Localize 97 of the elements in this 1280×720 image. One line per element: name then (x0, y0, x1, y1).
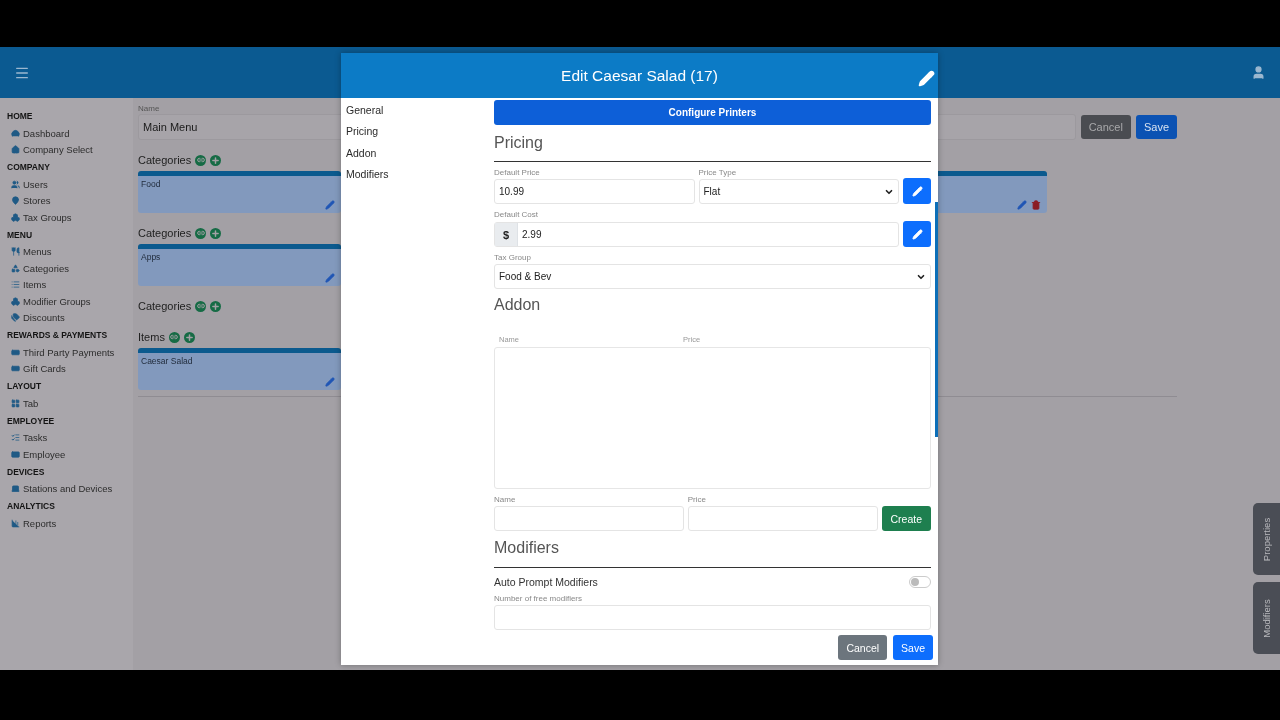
field-label: Price (687, 494, 707, 507)
item-card[interactable]: Caesar Salad (138, 348, 341, 390)
side-tab[interactable]: Modifiers (1253, 582, 1280, 654)
save-button[interactable]: Save (1135, 115, 1177, 139)
pencil-icon (911, 228, 923, 240)
currency-prefix: $ (495, 223, 518, 247)
card-title: Food (141, 179, 161, 189)
sidebar-item[interactable]: Modifier Groups (7, 293, 133, 310)
section-title: MENU (7, 228, 34, 242)
sidebar-item[interactable]: Menus (7, 243, 133, 260)
cancel-button[interactable]: Cancel (838, 635, 888, 660)
plus-icon[interactable] (210, 300, 222, 312)
sidebar-item[interactable]: Stores (7, 192, 133, 209)
edit-button[interactable] (903, 178, 931, 205)
link-icon[interactable] (168, 331, 180, 343)
pencil-icon[interactable] (325, 200, 335, 210)
field-label: Number of free modifiers (494, 593, 584, 605)
card-title: Apps (141, 252, 161, 262)
card-title: Caesar Salad (141, 356, 193, 366)
sidebar-item[interactable]: Reports (7, 515, 133, 532)
link-icon[interactable] (195, 154, 207, 166)
list-icon (11, 280, 20, 290)
nav-link[interactable]: Modifiers (346, 163, 494, 186)
plus-icon[interactable] (210, 154, 222, 166)
house-icon (11, 145, 20, 155)
link-icon[interactable] (195, 227, 207, 239)
sidebar-item[interactable]: Employee (7, 446, 133, 463)
pencil-icon[interactable] (1017, 200, 1027, 210)
side-tab[interactable]: Properties (1253, 503, 1280, 575)
pencil-icon[interactable] (325, 273, 335, 283)
field-label: Name (138, 103, 160, 114)
tags-icon (11, 313, 20, 323)
tax-group-select[interactable]: Food & Bev (494, 264, 931, 290)
sidebar-item[interactable]: Tab (7, 395, 133, 412)
price-input[interactable] (687, 506, 878, 532)
users-icon (11, 179, 20, 189)
toggle-label: Auto Prompt Modifiers (494, 576, 598, 588)
section-title: REWARDS & PAYMENTS (7, 329, 109, 342)
pencil-icon (911, 185, 923, 197)
create-button[interactable]: Create (881, 506, 931, 532)
sidebar-item[interactable]: Company Select (7, 141, 133, 158)
field-label: Default Price (494, 167, 541, 180)
item-card[interactable]: Apps (138, 244, 341, 286)
sidebar-item[interactable]: Stations and Devices (7, 480, 133, 497)
price-type-select[interactable]: Flat (698, 179, 899, 205)
edit-button[interactable] (903, 221, 931, 248)
configure-printers-button[interactable]: Configure Printers (494, 100, 931, 125)
free-modifiers-field[interactable] (494, 605, 931, 630)
section-heading: Addon (494, 296, 542, 316)
group-title: Categories (138, 300, 192, 312)
nav-link[interactable]: General (346, 100, 494, 122)
field-label: Default Cost (494, 209, 540, 222)
user-icon[interactable] (1251, 65, 1266, 80)
section-title: COMPANY (7, 161, 51, 174)
section-heading: Pricing (494, 133, 544, 153)
name-input[interactable] (494, 506, 684, 532)
plus-icon[interactable] (183, 331, 195, 343)
sidebar-item[interactable]: Third Party Payments (7, 344, 133, 361)
cancel-button[interactable]: Cancel (1080, 115, 1131, 139)
sidebar-item[interactable]: Gift Cards (7, 360, 133, 377)
sidebar-item[interactable]: Categories (7, 260, 133, 277)
nav-link[interactable]: Pricing (346, 121, 494, 143)
sidebar-item[interactable]: Items (7, 276, 133, 293)
section-title: LAYOUT (7, 380, 43, 393)
sidebar-item[interactable]: Dashboard (7, 125, 133, 142)
utensils-icon (11, 247, 20, 257)
dialog-title: Edit Caesar Salad (17) (561, 66, 718, 85)
field-label: Price Type (698, 167, 738, 180)
price-field[interactable]: 10.99 (494, 179, 695, 205)
field-label: Name (494, 494, 517, 507)
plus-icon[interactable] (210, 227, 222, 239)
sidebar-item[interactable]: Tasks (7, 429, 133, 446)
toggle-switch[interactable] (909, 576, 931, 588)
checklist-icon (11, 433, 20, 443)
shapes-icon (11, 263, 20, 273)
section-title: ANALYTICS (7, 500, 56, 513)
nav-link[interactable]: Addon (346, 142, 494, 164)
group-title: Items (138, 331, 165, 343)
section-heading: Modifiers (494, 539, 560, 559)
pencil-icon[interactable] (325, 377, 335, 387)
sidebar-item[interactable]: Discounts (7, 309, 133, 326)
save-button[interactable]: Save (893, 635, 933, 660)
scrollbar-thumb[interactable] (935, 202, 938, 437)
trash-icon[interactable] (1031, 200, 1041, 210)
cost-field[interactable]: $ 2.99 (494, 222, 899, 248)
grid-icon (11, 398, 20, 408)
item-card[interactable]: Food (138, 171, 341, 213)
section-title: EMPLOYEE (7, 414, 56, 428)
group-title: Categories (138, 154, 192, 166)
sidebar-item[interactable]: Tax Groups (7, 209, 133, 226)
map-pin-icon (11, 196, 20, 206)
section-title: HOME (7, 110, 34, 123)
sidebar-item[interactable]: Users (7, 176, 133, 193)
field-label: Tax Group (494, 252, 532, 265)
section-title: DEVICES (7, 465, 46, 479)
group-title: Categories (138, 227, 192, 239)
link-icon[interactable] (195, 300, 207, 312)
